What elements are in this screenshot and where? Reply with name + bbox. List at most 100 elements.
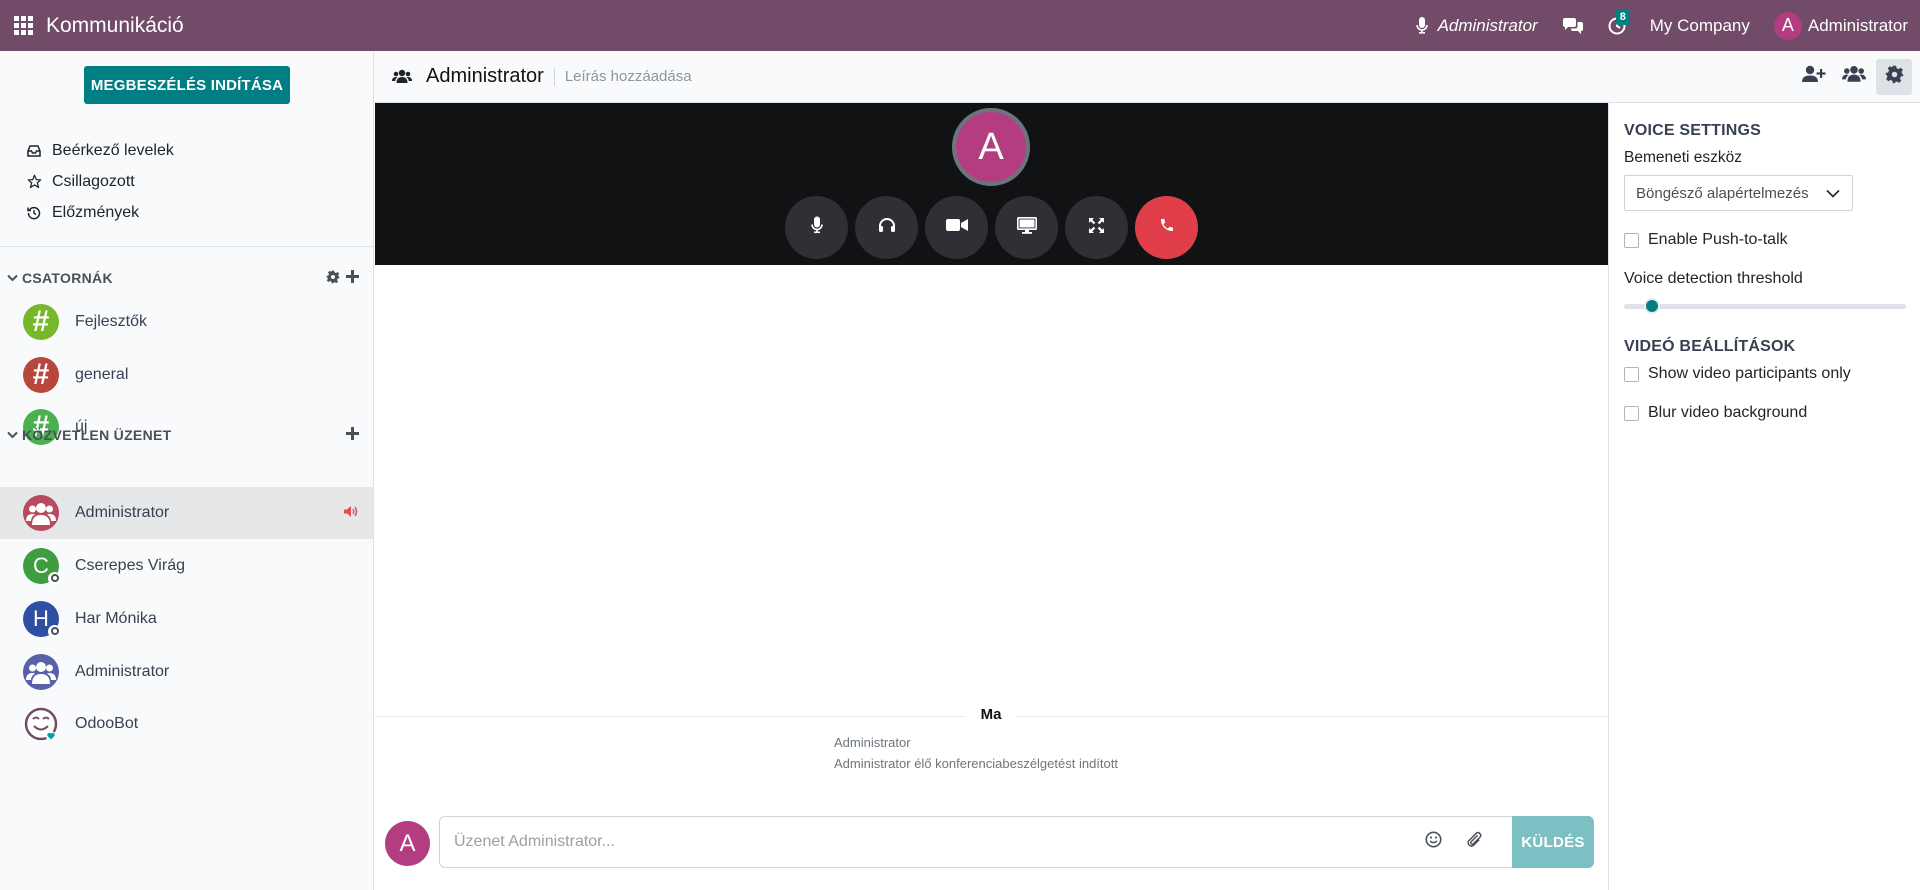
top-navbar: Kommunikáció Administrator 8 My Company …: [0, 0, 1920, 51]
desktop-icon: [1016, 216, 1037, 239]
users-icon: [392, 69, 412, 84]
mailbox-label: Beérkező levelek: [52, 141, 174, 159]
history-icon: [26, 206, 42, 220]
group-avatar-icon: [23, 653, 59, 690]
user-avatar: H: [23, 600, 61, 638]
call-controls: [785, 196, 1198, 259]
deafen-button[interactable]: [855, 196, 918, 259]
message-input[interactable]: Üzenet Administrator...: [439, 816, 1512, 868]
channel-label: general: [75, 365, 129, 383]
hashtag-icon: #: [23, 304, 59, 341]
app-title[interactable]: Kommunikáció: [46, 14, 184, 38]
direct-message-list: Administrator C Cserepes Virág H Har Món…: [0, 487, 373, 750]
gear-icon[interactable]: [326, 270, 340, 287]
thread-description-input[interactable]: Leírás hozzáadása: [565, 68, 692, 85]
notification-author[interactable]: Administrator: [834, 735, 911, 750]
call-settings-button[interactable]: [1876, 58, 1912, 95]
input-device-select[interactable]: Böngésző alapértelmezés: [1624, 175, 1853, 211]
slider-track: [1624, 304, 1906, 309]
voice-settings-title: VOICE SETTINGS: [1624, 122, 1762, 139]
video-only-checkbox[interactable]: [1624, 366, 1639, 382]
push-to-talk-label: Enable Push-to-talk: [1648, 231, 1788, 248]
video-settings-title: VIDEÓ BEÁLLÍTÁSOK: [1624, 338, 1796, 355]
composer: A Üzenet Administrator... KÜLDÉS: [375, 800, 1608, 890]
mailbox-label: Előzmények: [52, 203, 140, 221]
inbox-icon: [26, 144, 42, 157]
input-device-label: Bemeneti eszköz: [1624, 149, 1743, 166]
video-camera-icon: [945, 218, 968, 237]
add-users-button[interactable]: [1796, 59, 1832, 95]
voice-threshold-slider[interactable]: [1624, 297, 1906, 315]
blur-background-option[interactable]: Blur video background: [1624, 404, 1807, 422]
disconnect-call-button[interactable]: [1135, 196, 1198, 259]
push-to-talk-checkbox[interactable]: [1624, 232, 1639, 248]
mailbox-list: Beérkező levelek Csillagozott Előzmények: [0, 135, 373, 228]
dm-label: OdooBot: [75, 715, 139, 732]
activity-menu[interactable]: 8: [1596, 0, 1638, 51]
blur-background-label: Blur video background: [1648, 404, 1808, 421]
date-separator-label: Ma: [965, 706, 1017, 723]
composer-avatar: A: [385, 821, 430, 866]
add-channel-icon[interactable]: [346, 270, 359, 286]
apps-menu-button[interactable]: [0, 0, 46, 51]
messaging-menu[interactable]: [1550, 0, 1596, 51]
add-direct-message-icon[interactable]: [346, 427, 359, 443]
camera-button[interactable]: [925, 196, 988, 259]
mailbox-inbox[interactable]: Beérkező levelek: [0, 135, 373, 166]
direct-message-category-header[interactable]: KÖZVETLEN ÜZENET: [0, 424, 373, 446]
dm-item-administrator[interactable]: Administrator: [0, 645, 373, 698]
user-avatar: A: [1773, 11, 1802, 40]
voice-user-name: Administrator: [1437, 15, 1538, 35]
member-list-button[interactable]: [1836, 59, 1872, 95]
user-menu[interactable]: A Administrator: [1762, 0, 1908, 51]
voice-threshold-label: Voice detection threshold: [1624, 270, 1803, 287]
user-avatar: C: [23, 547, 61, 585]
channel-item[interactable]: # general: [0, 349, 373, 402]
chat-bubbles-icon: [1562, 17, 1584, 35]
user-name: Administrator: [1807, 15, 1908, 35]
users-icon: [1842, 65, 1866, 88]
offline-status-icon: [48, 624, 61, 638]
dm-label: Administrator: [75, 662, 170, 680]
star-icon: [26, 174, 42, 189]
company-switcher[interactable]: My Company: [1638, 0, 1762, 51]
channels-category-header[interactable]: CSATORNÁK: [0, 267, 373, 289]
discuss-sidebar: MEGBESZÉLÉS INDÍTÁSA Beérkező levelek Cs…: [0, 51, 374, 890]
push-to-talk-option[interactable]: Enable Push-to-talk: [1624, 231, 1788, 249]
activity-count-badge: 8: [1615, 10, 1630, 25]
dm-label: Cserepes Virág: [75, 556, 185, 574]
odoobot-avatar-icon: [23, 706, 59, 742]
thread-title[interactable]: Administrator: [426, 65, 544, 88]
message-list: Ma Administrator Administrator élő konfe…: [375, 265, 1608, 800]
avatar-initial: H: [33, 605, 49, 631]
emoji-icon[interactable]: [1425, 831, 1442, 853]
channel-item[interactable]: # Fejlesztők: [0, 296, 373, 349]
video-only-option[interactable]: Show video participants only: [1624, 365, 1851, 383]
sidebar-divider: [0, 246, 373, 247]
blur-background-checkbox[interactable]: [1624, 405, 1639, 421]
mute-button[interactable]: [785, 196, 848, 259]
fullscreen-button[interactable]: [1065, 196, 1128, 259]
dm-item-cserepes-virag[interactable]: C Cserepes Virág: [0, 539, 373, 592]
apps-grid-icon: [13, 16, 33, 35]
call-participant-avatar[interactable]: A: [952, 108, 1030, 186]
avatar-initial: C: [33, 552, 49, 578]
dm-item-administrator-active[interactable]: Administrator: [0, 487, 373, 539]
paperclip-icon[interactable]: [1466, 831, 1483, 853]
voice-indicator[interactable]: Administrator: [1404, 0, 1550, 51]
video-only-label: Show video participants only: [1648, 365, 1851, 382]
mailbox-starred[interactable]: Csillagozott: [0, 166, 373, 197]
dm-item-har-monika[interactable]: H Har Mónika: [0, 592, 373, 645]
send-button[interactable]: KÜLDÉS: [1512, 816, 1594, 868]
dm-item-odoobot[interactable]: OdooBot: [0, 698, 373, 750]
chevron-down-icon: [7, 431, 18, 439]
dm-header-label: KÖZVETLEN ÜZENET: [22, 427, 172, 443]
mailbox-history[interactable]: Előzmények: [0, 197, 373, 228]
start-meeting-button[interactable]: MEGBESZÉLÉS INDÍTÁSA: [84, 66, 290, 104]
slider-thumb[interactable]: [1643, 298, 1660, 314]
share-screen-button[interactable]: [995, 196, 1058, 259]
input-device-value: Böngésző alapértelmezés: [1636, 184, 1809, 202]
chevron-down-icon: [7, 274, 18, 282]
offline-status-icon: [48, 571, 61, 585]
mailbox-label: Csillagozott: [52, 172, 135, 190]
